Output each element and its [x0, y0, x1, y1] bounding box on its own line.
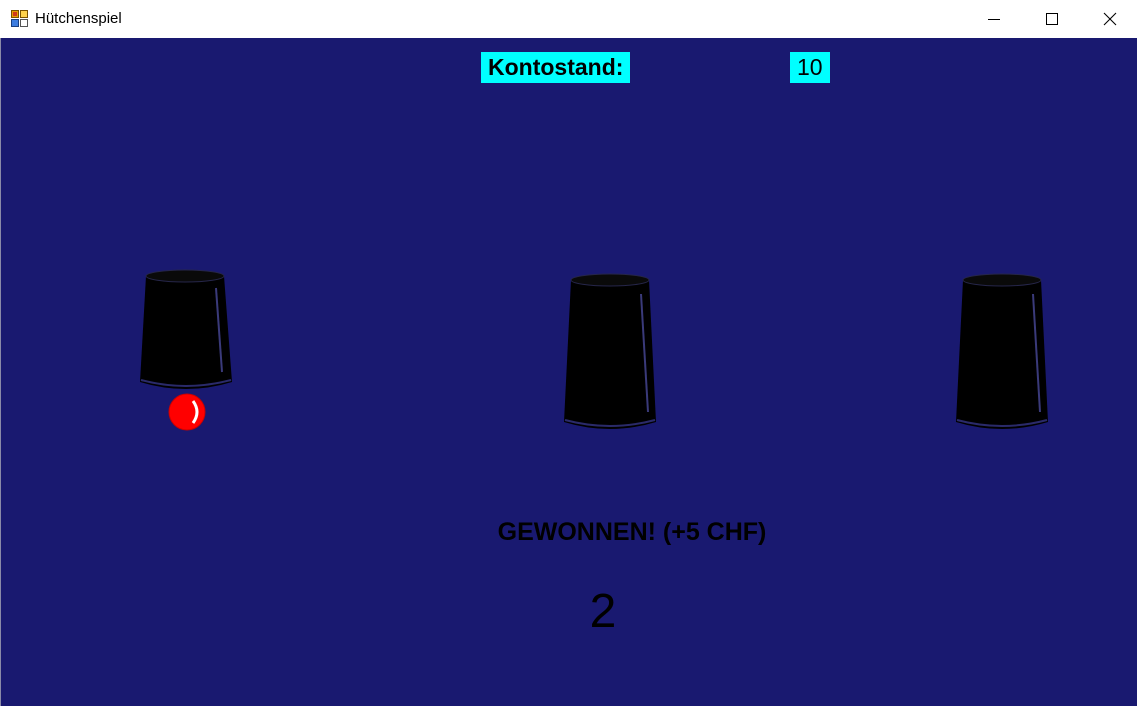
cup-2[interactable]: [562, 272, 658, 432]
maximize-button[interactable]: [1023, 0, 1081, 38]
close-icon: [1103, 12, 1117, 26]
maximize-icon: [1046, 13, 1058, 25]
minimize-icon: [988, 19, 1000, 20]
game-area: Kontostand: 10 GEWONNEN! (+5 CHF) 2: [0, 38, 1137, 706]
cup-3[interactable]: [954, 272, 1050, 432]
balance-value: 10: [790, 52, 830, 83]
close-button[interactable]: [1081, 0, 1137, 38]
balance-label: Kontostand:: [481, 52, 631, 83]
ball: [168, 393, 206, 431]
game-window: Hütchenspiel Kontostand: 10 GEWONNEN! (+…: [0, 0, 1137, 706]
title-bar[interactable]: Hütchenspiel: [0, 0, 1137, 38]
round-number: 2: [589, 585, 617, 638]
result-message: GEWONNEN! (+5 CHF): [497, 518, 767, 546]
minimize-button[interactable]: [965, 0, 1023, 38]
window-title: Hütchenspiel: [35, 10, 122, 27]
app-icon: [11, 10, 28, 27]
